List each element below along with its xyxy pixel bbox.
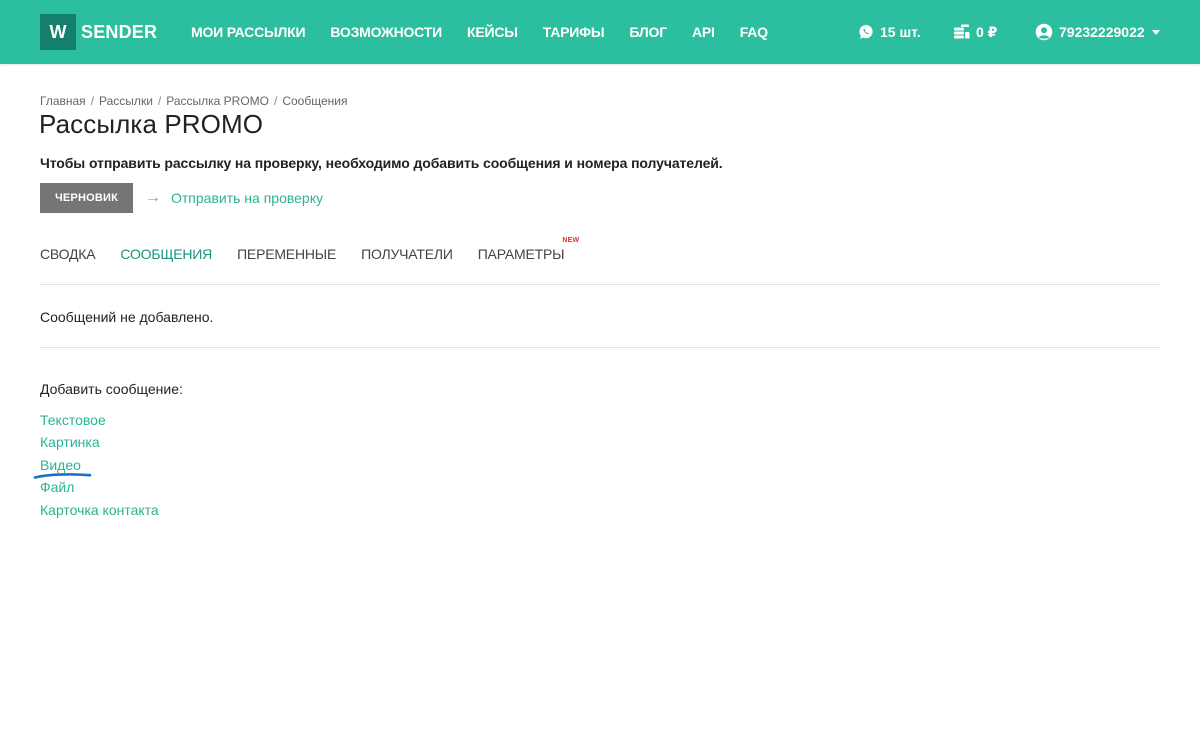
list-item: Картинка (40, 431, 159, 453)
breadcrumb-separator: / (274, 94, 278, 108)
divider (40, 347, 1160, 348)
nav-item-faq[interactable]: FAQ (740, 24, 768, 40)
coins-icon (954, 24, 970, 39)
top-navbar: W SENDER МОИ РАССЫЛКИ ВОЗМОЖНОСТИ КЕЙСЫ … (0, 0, 1200, 64)
breadcrumb-home[interactable]: Главная (40, 94, 86, 108)
tab-variables[interactable]: ПЕРЕМЕННЫЕ (237, 246, 336, 262)
list-item: Карточка контакта (40, 499, 159, 521)
breadcrumb-separator: / (157, 94, 162, 108)
chevron-down-icon (1151, 29, 1160, 35)
logo-mark: W (40, 14, 76, 50)
breadcrumb-mailings[interactable]: Рассылки (99, 94, 153, 108)
add-message-options: Текстовое Картинка Видео Файл Карточка к… (40, 409, 159, 521)
nav-item-cases[interactable]: КЕЙСЫ (467, 24, 518, 40)
breadcrumb-separator: / (90, 94, 95, 108)
breadcrumb-current: Сообщения (282, 94, 348, 108)
add-contact-card-message-link[interactable]: Карточка контакта (40, 502, 159, 518)
nav-item-pricing[interactable]: ТАРИФЫ (543, 24, 605, 40)
user-menu[interactable]: 79232229022 (1035, 0, 1160, 64)
empty-messages-text: Сообщений не добавлено. (40, 309, 214, 325)
add-message-label: Добавить сообщение: (40, 381, 183, 397)
status-row: ЧЕРНОВИК → Отправить на проверку (40, 183, 323, 213)
status-badge: ЧЕРНОВИК (40, 183, 133, 213)
whatsapp-count-stat[interactable]: 15 шт. (858, 0, 921, 64)
nav-item-my-mailings[interactable]: МОИ РАССЫЛКИ (191, 24, 306, 40)
tab-parameters-label: ПАРАМЕТРЫ (477, 246, 565, 262)
notice-text: Чтобы отправить рассылку на проверку, не… (40, 155, 723, 171)
add-image-message-link[interactable]: Картинка (40, 434, 100, 450)
tabs: СВОДКА СООБЩЕНИЯ ПЕРЕМЕННЫЕ ПОЛУЧАТЕЛИ П… (40, 237, 589, 265)
tab-recipients[interactable]: ПОЛУЧАТЕЛИ (361, 246, 453, 262)
nav-item-api[interactable]: API (692, 24, 715, 40)
list-item: Текстовое (40, 409, 159, 431)
breadcrumb-mailing-promo[interactable]: Рассылка PROMO (166, 94, 269, 108)
logo[interactable]: W SENDER (40, 14, 157, 50)
add-text-message-link[interactable]: Текстовое (40, 412, 106, 428)
balance-stat[interactable]: 0 ₽ (953, 0, 997, 64)
page-title: Рассылка PROMO (39, 109, 264, 139)
divider (40, 284, 1160, 285)
logo-text: SENDER (81, 21, 158, 42)
annotation-underline (33, 473, 92, 479)
nav-item-features[interactable]: ВОЗМОЖНОСТИ (330, 24, 442, 40)
balance-value: 0 ₽ (976, 23, 998, 40)
whatsapp-icon (859, 25, 873, 39)
tab-summary[interactable]: СВОДКА (40, 246, 96, 262)
user-phone: 79232229022 (1059, 24, 1145, 40)
breadcrumb: Главная / Рассылки / Рассылка PROMO / Со… (40, 94, 347, 108)
tab-parameters[interactable]: ПАРАМЕТРЫ NEW (477, 237, 579, 262)
tab-messages[interactable]: СООБЩЕНИЯ (120, 246, 212, 262)
main-nav: МОИ РАССЫЛКИ ВОЗМОЖНОСТИ КЕЙСЫ ТАРИФЫ БЛ… (191, 0, 793, 64)
nav-item-blog[interactable]: БЛОГ (629, 24, 667, 40)
new-badge: NEW (562, 237, 580, 244)
send-for-review-link[interactable]: Отправить на проверку (171, 190, 323, 206)
arrow-right-icon: → (145, 189, 161, 206)
whatsapp-count: 15 шт. (880, 24, 921, 40)
user-circle-icon (1035, 23, 1053, 41)
